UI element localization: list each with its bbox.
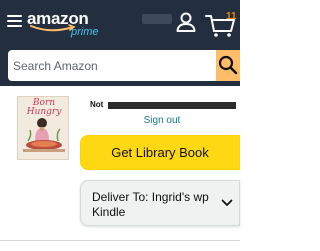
amazon-prime-logo[interactable]: amazon prime bbox=[27, 9, 107, 41]
sign-out-link[interactable]: Sign out bbox=[90, 115, 234, 126]
redacted-account-name bbox=[108, 102, 236, 109]
search-icon bbox=[218, 55, 238, 75]
redacted-username bbox=[142, 14, 172, 24]
account-notice-text: Not bbox=[90, 100, 104, 109]
cart-count-badge: 11 bbox=[226, 11, 237, 22]
search-input[interactable] bbox=[8, 50, 216, 81]
logo-prime-text: prime bbox=[71, 26, 99, 38]
book-cover-image[interactable]: Born Hungry bbox=[17, 96, 69, 160]
account-notice: Not bbox=[90, 100, 240, 114]
get-library-book-button[interactable]: Get Library Book bbox=[80, 135, 240, 170]
deliver-to-dropdown[interactable]: Deliver To: Ingrid's wp Kindle bbox=[80, 180, 240, 226]
cover-illustration bbox=[23, 118, 65, 152]
deliver-to-label: Deliver To: Ingrid's wp Kindle bbox=[92, 190, 209, 219]
section-divider bbox=[0, 240, 240, 241]
search-bar bbox=[0, 44, 240, 86]
person-icon[interactable] bbox=[174, 10, 198, 34]
chevron-down-icon bbox=[221, 199, 233, 206]
cart-button[interactable]: 11 bbox=[204, 8, 238, 38]
search-button[interactable] bbox=[216, 50, 240, 81]
hamburger-menu-icon[interactable] bbox=[7, 15, 22, 27]
top-nav-bar: amazon prime 11 bbox=[0, 0, 240, 44]
